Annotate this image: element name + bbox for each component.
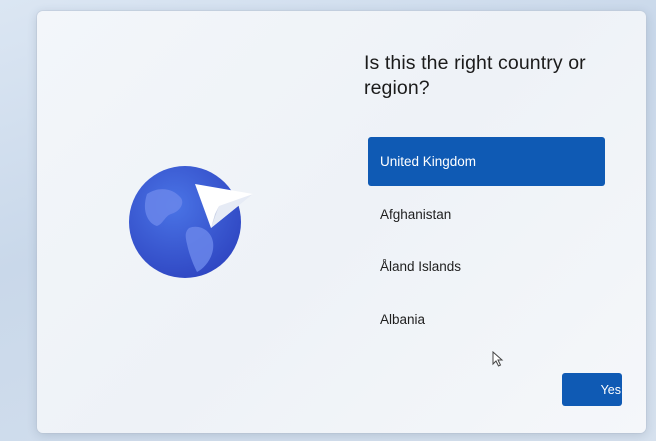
country-list[interactable]: United Kingdom Afghanistan Åland Islands… xyxy=(368,137,605,347)
country-option-aland-islands[interactable]: Åland Islands xyxy=(368,242,605,291)
country-option-united-kingdom[interactable]: United Kingdom xyxy=(368,137,605,186)
oobe-dialog: Is this the right country or region? Uni… xyxy=(37,11,646,433)
yes-button-label: Yes xyxy=(600,382,621,397)
country-option-label: Åland Islands xyxy=(380,259,462,274)
country-option-afghanistan[interactable]: Afghanistan xyxy=(368,190,605,239)
page-title: Is this the right country or region? xyxy=(364,52,586,99)
country-option-label: United Kingdom xyxy=(380,154,477,169)
yes-button[interactable]: Yes xyxy=(562,373,622,406)
globe-paper-plane-icon xyxy=(127,164,257,284)
country-option-label: Afghanistan xyxy=(380,206,452,222)
country-option-label: Albania xyxy=(380,311,426,327)
country-option-albania[interactable]: Albania xyxy=(368,295,605,344)
mouse-pointer-icon xyxy=(492,350,504,367)
